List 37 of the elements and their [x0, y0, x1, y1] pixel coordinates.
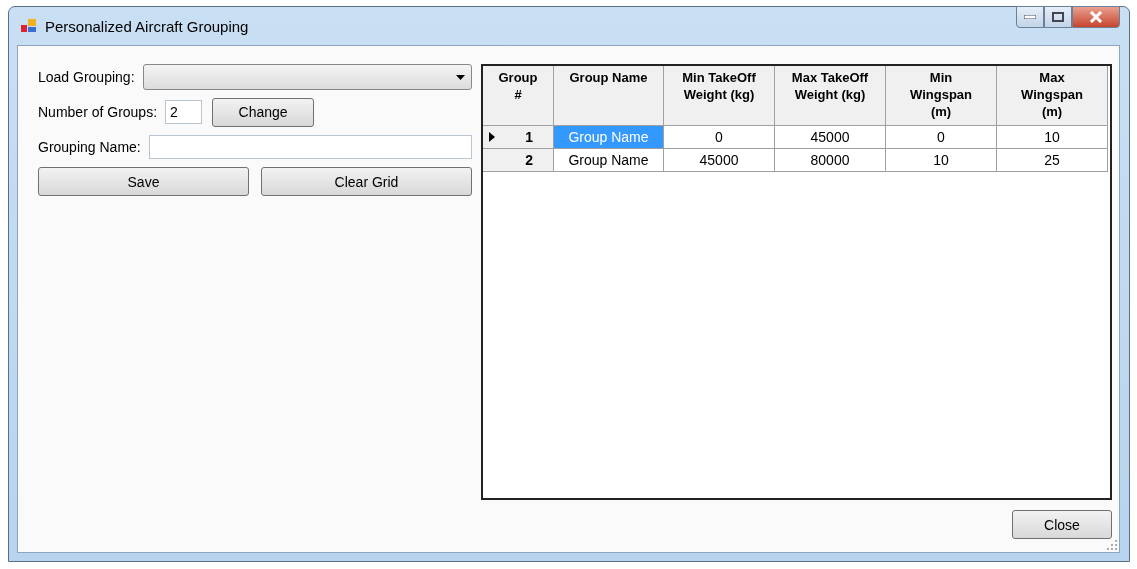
close-dialog-button[interactable]: Close	[1012, 510, 1112, 539]
row-header[interactable]: 1	[483, 126, 554, 149]
table-cell[interactable]: 80000	[775, 149, 886, 172]
minimize-icon	[1024, 15, 1036, 19]
table-cell[interactable]: 45000	[664, 149, 775, 172]
window-title: Personalized Aircraft Grouping	[45, 17, 250, 35]
grouping-dropdown[interactable]	[142, 64, 472, 90]
number-field[interactable]: 2	[165, 100, 203, 124]
row-header[interactable]: 2	[483, 149, 554, 172]
close-button[interactable]	[1072, 6, 1120, 28]
maximize-icon	[1052, 12, 1064, 22]
form-button[interactable]: Save	[38, 167, 249, 196]
close-icon	[1089, 11, 1103, 23]
column-header: Group Name	[554, 66, 664, 126]
column-header: Group #	[483, 66, 554, 126]
table-cell[interactable]: 0	[886, 126, 997, 149]
grouping-name-field[interactable]	[148, 135, 472, 159]
column-header: Min TakeOff Weight (kg)	[664, 66, 775, 126]
maximize-button[interactable]	[1044, 6, 1072, 28]
field-label: Load Grouping:	[38, 69, 135, 85]
change-button[interactable]: Change	[212, 97, 315, 127]
column-header: Max Wingspan (m)	[997, 66, 1108, 126]
table-cell[interactable]: 25	[997, 149, 1108, 172]
dropdown-caret-icon	[456, 74, 465, 80]
table-cell[interactable]: 45000	[775, 126, 886, 149]
table-cell[interactable]: 10	[997, 126, 1108, 149]
field-label: Number of Groups:	[38, 104, 158, 120]
column-header: Max TakeOff Weight (kg)	[775, 66, 886, 126]
table-cell[interactable]: Group Name	[554, 149, 664, 172]
app-icon	[21, 18, 37, 34]
table-cell[interactable]: 0	[664, 126, 775, 149]
column-header: Min Wingspan (m)	[886, 66, 997, 126]
minimize-button[interactable]	[1016, 6, 1044, 28]
table-cell[interactable]: 10	[886, 149, 997, 172]
field-label: Grouping Name:	[38, 139, 141, 155]
form-button[interactable]: Clear Grid	[261, 167, 472, 196]
resize-grip-icon[interactable]	[1107, 540, 1117, 550]
